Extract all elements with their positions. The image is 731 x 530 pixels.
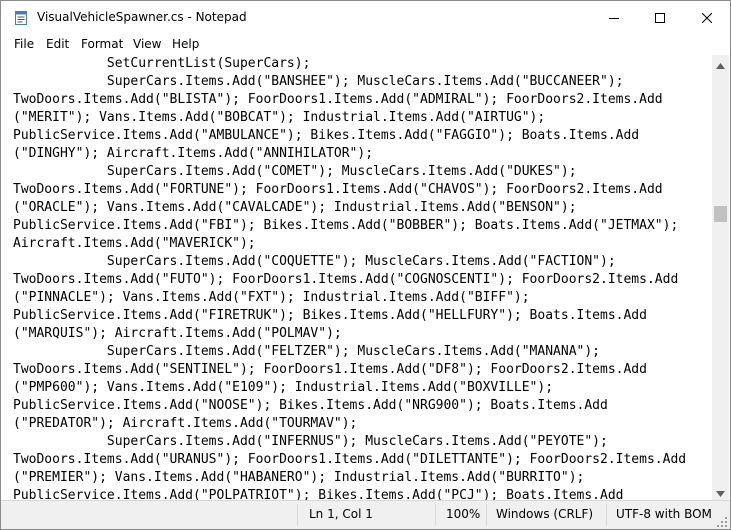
editor-line: ("PREDATOR"); Aircraft.Items.Add("TOURMA…: [13, 416, 358, 431]
title-bar[interactable]: VisualVehicleSpawner.cs - Notepad: [1, 1, 730, 34]
editor-line: SetCurrentList(SuperCars);: [13, 56, 311, 71]
resize-grip-icon[interactable]: [716, 516, 728, 528]
status-divider: [486, 504, 487, 526]
editor-line: PublicService.Items.Add("NOOSE"); Bikes.…: [13, 398, 608, 413]
notepad-icon[interactable]: [13, 10, 29, 26]
menu-help[interactable]: Help: [172, 37, 199, 51]
editor-line: SuperCars.Items.Add("COQUETTE"); MuscleC…: [13, 254, 616, 269]
editor-line: TwoDoors.Items.Add("FORTUNE"); FoorDoors…: [13, 182, 663, 197]
editor-line: SuperCars.Items.Add("COMET"); MuscleCars…: [13, 164, 577, 179]
zoom-level: 100%: [446, 507, 481, 521]
vertical-scrollbar[interactable]: [712, 55, 729, 500]
minimize-icon: [609, 8, 619, 27]
editor-line: ("ORACLE"); Vans.Items.Add("CAVALCADE");…: [13, 200, 577, 215]
window-title: VisualVehicleSpawner.cs - Notepad: [37, 10, 247, 24]
minimize-button[interactable]: [591, 1, 637, 34]
status-divider: [435, 504, 436, 526]
editor-line: PublicService.Items.Add("FIRETRUK"); Bik…: [13, 308, 647, 323]
editor-line: TwoDoors.Items.Add("URANUS"); FoorDoors1…: [13, 452, 687, 467]
maximize-icon: [655, 8, 665, 27]
editor-line: SuperCars.Items.Add("INFERNUS"); MuscleC…: [13, 434, 608, 449]
notepad-window: VisualVehicleSpawner.cs - Notepad File E…: [0, 0, 731, 530]
menu-bar: File Edit Format View Help: [1, 34, 730, 55]
editor-line: ("DINGHY"); Aircraft.Items.Add("ANNIHILA…: [13, 146, 374, 161]
text-editor[interactable]: SetCurrentList(SuperCars); SuperCars.Ite…: [2, 55, 712, 500]
status-divider: [606, 504, 607, 526]
menu-edit[interactable]: Edit: [46, 37, 69, 51]
close-icon: [701, 8, 713, 27]
editor-line: ("PINNACLE"); Vans.Items.Add("FXT"); Ind…: [13, 290, 530, 305]
maximize-button[interactable]: [637, 1, 683, 34]
editor-line: ("MERIT"); Vans.Items.Add("BOBCAT"); Ind…: [13, 110, 546, 125]
editor-line: PublicService.Items.Add("FBI"); Bikes.It…: [13, 218, 679, 233]
editor-line: SuperCars.Items.Add("BANSHEE"); MuscleCa…: [13, 74, 624, 89]
menu-view[interactable]: View: [133, 37, 161, 51]
chevron-up-icon: [716, 54, 725, 73]
file-encoding: UTF-8 with BOM: [616, 507, 712, 521]
menu-file[interactable]: File: [14, 37, 34, 51]
editor-line: ("PREMIER"); Vans.Items.Add("HABANERO");…: [13, 470, 585, 485]
line-ending: Windows (CRLF): [496, 507, 594, 521]
editor-line: SuperCars.Items.Add("FELTZER"); MuscleCa…: [13, 344, 600, 359]
status-divider: [297, 504, 298, 526]
editor-line: ("PMP600"); Vans.Items.Add("E109"); Indu…: [13, 380, 554, 395]
scroll-up-button[interactable]: [712, 55, 729, 72]
menu-format[interactable]: Format: [81, 37, 123, 51]
editor-line: PublicService.Items.Add("POLPATRIOT"); B…: [13, 488, 624, 500]
chevron-down-icon: [716, 482, 725, 501]
editor-line: TwoDoors.Items.Add("BLISTA"); FoorDoors1…: [13, 92, 663, 107]
editor-line: TwoDoors.Items.Add("SENTINEL"); FoorDoor…: [13, 362, 647, 377]
editor-line: PublicService.Items.Add("AMBULANCE"); Bi…: [13, 128, 640, 143]
scroll-down-button[interactable]: [712, 483, 729, 500]
scroll-thumb[interactable]: [714, 206, 727, 222]
status-bar: Ln 1, Col 1 100% Windows (CRLF) UTF-8 wi…: [1, 500, 730, 529]
editor-line: Aircraft.Items.Add("MAVERICK");: [13, 236, 256, 251]
close-button[interactable]: [684, 1, 730, 34]
cursor-position: Ln 1, Col 1: [309, 507, 373, 521]
editor-line: TwoDoors.Items.Add("FUTO"); FoorDoors1.I…: [13, 272, 679, 287]
editor-line: ("MARQUIS"); Aircraft.Items.Add("POLMAV"…: [13, 326, 342, 341]
